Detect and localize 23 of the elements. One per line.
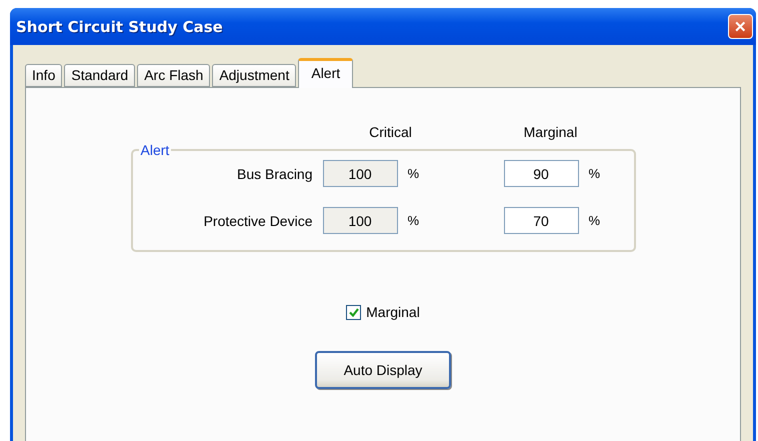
tab[interactable]: Standard xyxy=(64,64,136,87)
group-title: Alert xyxy=(140,142,170,158)
tab[interactable]: Info xyxy=(25,64,62,87)
input-field[interactable]: 100 xyxy=(322,160,398,187)
checkbox-label: Marginal xyxy=(366,304,420,320)
unit-label: % xyxy=(588,213,602,228)
input-field[interactable]: 100 xyxy=(322,207,398,234)
checkbox[interactable] xyxy=(346,304,362,320)
window-title: Short Circuit Study Case xyxy=(16,18,223,36)
tab[interactable]: Arc Flash xyxy=(137,64,210,87)
unit-label: % xyxy=(408,166,420,181)
tab[interactable]: Adjustment xyxy=(212,64,296,87)
close-button[interactable]: ✕ xyxy=(728,14,753,39)
unit-label: % xyxy=(408,213,420,228)
row-label: Bus Bracing xyxy=(236,166,312,182)
input-field[interactable]: 90 xyxy=(504,160,578,187)
column-heading: Marginal xyxy=(522,124,578,140)
column-heading: Critical xyxy=(368,124,413,140)
unit-label: % xyxy=(588,166,602,181)
auto-display-button[interactable]: Auto Display xyxy=(315,351,451,389)
tab[interactable]: Alert xyxy=(298,58,354,88)
row-label: Protective Device xyxy=(202,212,312,228)
input-field[interactable]: 70 xyxy=(504,207,578,234)
